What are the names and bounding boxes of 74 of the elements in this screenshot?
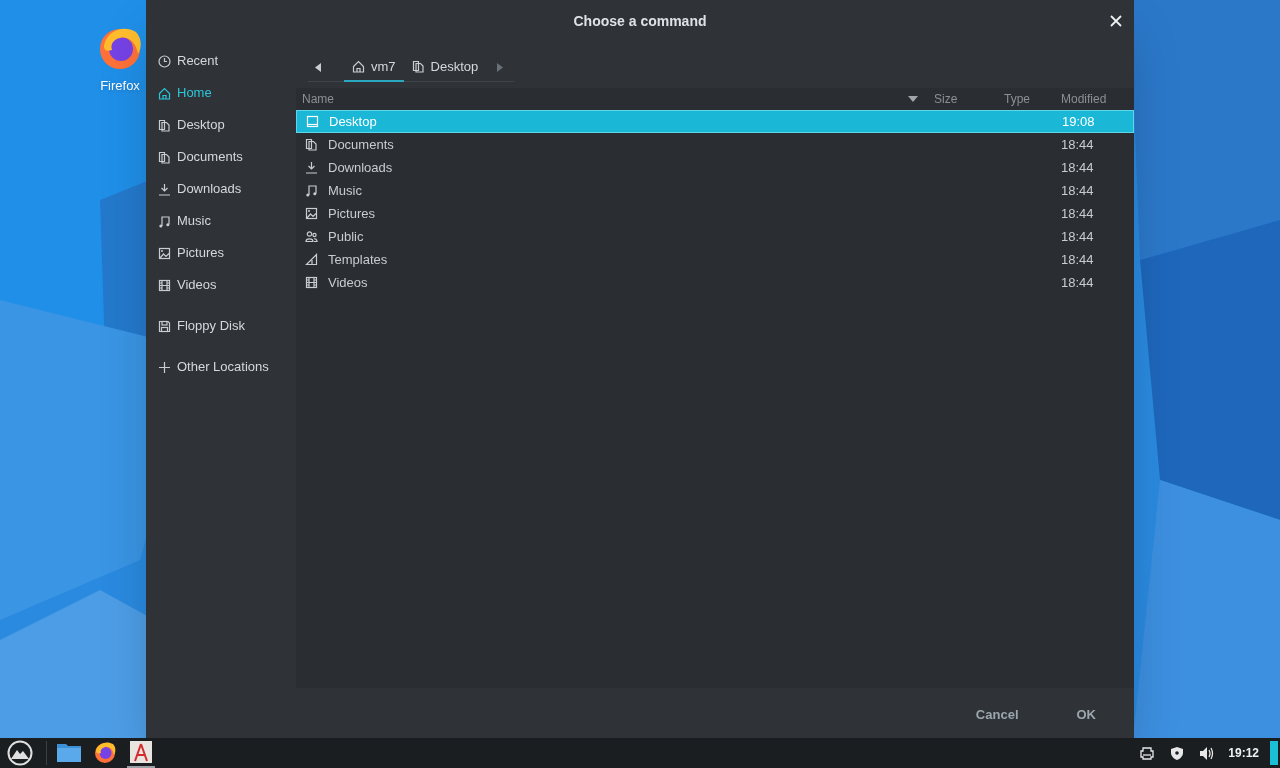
modified-time: 19:08: [1062, 112, 1096, 131]
sidebar-item[interactable]: Documents: [146, 141, 296, 173]
triangle-icon: [305, 253, 318, 266]
path-button[interactable]: vm7: [344, 53, 404, 82]
left-triangle-icon: [315, 63, 321, 72]
modified-time: 18:44: [1061, 181, 1095, 200]
sidebar-item[interactable]: Downloads: [146, 173, 296, 205]
taskbar-app[interactable]: [127, 738, 155, 768]
file-name: Desktop: [329, 112, 377, 131]
square-icon: [306, 115, 319, 128]
people-icon: [305, 230, 318, 243]
column-header[interactable]: Type: [1004, 90, 1030, 108]
image-icon: [158, 246, 171, 260]
film-icon: [158, 278, 171, 292]
image-icon: [305, 207, 318, 220]
documents-icon: [158, 150, 171, 164]
column-header[interactable]: Name: [302, 90, 334, 108]
file-row[interactable]: Documents 18:44: [296, 133, 1134, 156]
file-name: Downloads: [328, 158, 393, 177]
sidebar-item[interactable]: Floppy Disk: [146, 310, 296, 342]
fox-globe-icon: [93, 740, 117, 764]
column-header[interactable]: Modified: [1061, 90, 1107, 108]
music-icon: [158, 214, 171, 228]
path-button[interactable]: Desktop: [403, 53, 487, 82]
modified-time: 18:44: [1061, 204, 1095, 223]
letter-app-icon: [130, 741, 152, 763]
file-name: Templates: [328, 250, 388, 269]
modified-time: 18:44: [1061, 273, 1095, 292]
sidebar-item[interactable]: Videos: [146, 269, 296, 301]
film-icon: [305, 276, 318, 289]
folder-icon: [57, 742, 81, 762]
file-name: Documents: [328, 135, 394, 154]
printer-icon[interactable]: [1140, 746, 1155, 760]
file-name: Pictures: [328, 204, 375, 223]
sidebar-item[interactable]: Other Locations: [146, 351, 296, 383]
file-row[interactable]: Videos 18:44: [296, 271, 1134, 294]
clock-icon: [158, 54, 171, 68]
start-menu-button[interactable]: [6, 739, 34, 767]
clock[interactable]: 19:12: [1228, 744, 1259, 762]
plus-icon: [158, 360, 171, 374]
dialog-button[interactable]: Cancel: [957, 700, 1037, 730]
file-name: Public: [328, 227, 364, 246]
file-name: Music: [328, 181, 362, 200]
modified-time: 18:44: [1061, 227, 1095, 246]
window-title: Choose a command: [573, 11, 707, 31]
modified-time: 18:44: [1061, 250, 1095, 269]
download-icon: [158, 182, 171, 196]
file-row[interactable]: Music 18:44: [296, 179, 1134, 202]
file-row[interactable]: Templates 18:44: [296, 248, 1134, 271]
file-row[interactable]: Downloads 18:44: [296, 156, 1134, 179]
download-icon: [305, 161, 318, 174]
dialog-button[interactable]: OK: [1058, 700, 1114, 730]
modified-time: 18:44: [1061, 135, 1095, 154]
music-icon: [305, 184, 318, 197]
column-header[interactable]: Size: [934, 90, 958, 108]
sidebar-item[interactable]: Recent: [146, 45, 296, 77]
home-icon: [158, 86, 171, 100]
documents-icon: [305, 138, 318, 151]
sidebar-item[interactable]: Pictures: [146, 237, 296, 269]
documents-icon: [411, 60, 425, 73]
documents-icon: [158, 118, 171, 132]
sidebar-item[interactable]: Desktop: [146, 109, 296, 141]
speaker-icon[interactable]: [1200, 746, 1215, 760]
home-icon: [352, 60, 365, 73]
sidebar-item[interactable]: Home: [146, 77, 296, 109]
sidebar-item[interactable]: Music: [146, 205, 296, 237]
close-button[interactable]: [1108, 13, 1124, 29]
sort-arrow-icon[interactable]: [908, 96, 918, 102]
modified-time: 18:44: [1061, 158, 1095, 177]
shield-icon[interactable]: [1171, 746, 1184, 760]
file-row[interactable]: Pictures 18:44: [296, 202, 1134, 225]
file-name: Videos: [328, 273, 368, 292]
right-triangle-icon: [497, 63, 504, 72]
file-row[interactable]: Public 18:44: [296, 225, 1134, 248]
